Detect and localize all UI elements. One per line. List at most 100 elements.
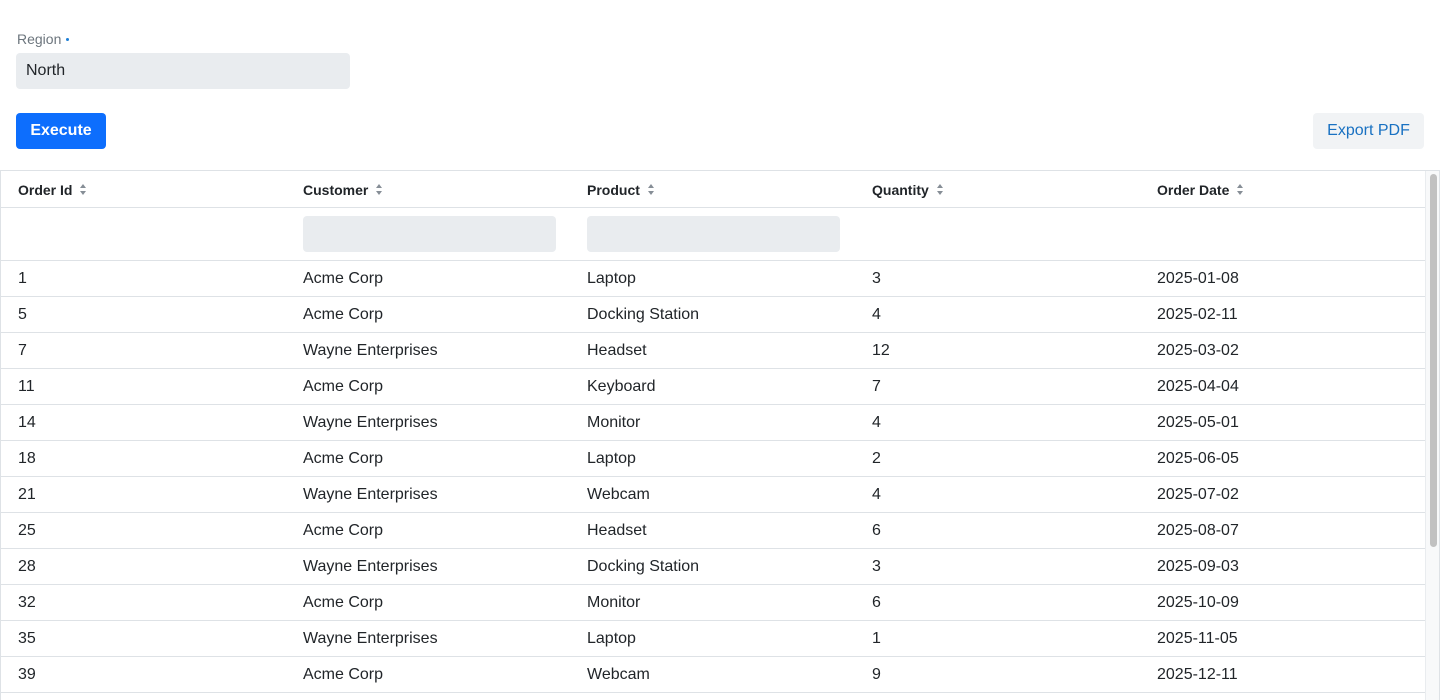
region-input[interactable] — [16, 53, 350, 89]
order-id-cell: 5 — [18, 305, 27, 323]
table-row[interactable]: 39 Acme Corp Webcam 9 2025-12-11 — [1, 657, 1425, 693]
order-id-cell: 18 — [18, 449, 36, 467]
column-header-label: Product — [587, 181, 640, 198]
product-cell: Keyboard — [587, 377, 656, 395]
quantity-cell: 1 — [872, 629, 881, 647]
table-row[interactable]: 21 Wayne Enterprises Webcam 4 2025-07-02 — [1, 477, 1425, 513]
execute-button[interactable]: Execute — [16, 113, 106, 149]
quantity-cell: 4 — [872, 413, 881, 431]
order-id-cell: 35 — [18, 629, 36, 647]
product-cell: Laptop — [587, 269, 636, 287]
customer-cell: Wayne Enterprises — [303, 629, 438, 647]
customer-cell: Acme Corp — [303, 665, 384, 683]
customer-cell: Acme Corp — [303, 269, 384, 287]
order-id-cell: 11 — [18, 377, 35, 395]
vertical-scrollbar[interactable] — [1425, 171, 1439, 700]
table-row[interactable]: 32 Acme Corp Monitor 6 2025-10-09 — [1, 585, 1425, 621]
order-date-cell: 2025-11-05 — [1157, 629, 1238, 647]
product-cell: Laptop — [587, 629, 636, 647]
region-label: Region — [17, 31, 70, 47]
order-id-cell: 7 — [18, 341, 27, 359]
table-row[interactable]: 1 Acme Corp Laptop 3 2025-01-08 — [1, 261, 1425, 297]
order-date-cell: 2025-02-11 — [1157, 305, 1238, 323]
customer-cell: Wayne Enterprises — [303, 485, 438, 503]
filter-row — [1, 208, 1425, 261]
order-date-cell: 2025-10-09 — [1157, 593, 1239, 611]
customer-cell: Wayne Enterprises — [303, 341, 438, 359]
order-date-cell: 2025-08-07 — [1157, 521, 1239, 539]
product-cell: Webcam — [587, 665, 650, 683]
sort-icon — [1237, 184, 1244, 195]
product-cell: Laptop — [587, 449, 636, 467]
order-date-cell: 2025-01-08 — [1157, 269, 1239, 287]
column-header-customer[interactable]: Customer — [303, 171, 383, 208]
order-date-cell: 2025-07-02 — [1157, 485, 1239, 503]
order-id-cell: 1 — [18, 269, 27, 287]
customer-cell: Acme Corp — [303, 377, 384, 395]
orders-table: Order Id Customer Product Quantity Order… — [0, 170, 1440, 700]
order-date-cell: 2025-05-01 — [1157, 413, 1239, 431]
region-label-text: Region — [17, 31, 62, 47]
product-cell: Headset — [587, 521, 647, 539]
quantity-cell: 4 — [872, 305, 881, 323]
customer-cell: Acme Corp — [303, 449, 384, 467]
table-row[interactable]: 18 Acme Corp Laptop 2 2025-06-05 — [1, 441, 1425, 477]
quantity-cell: 3 — [872, 269, 881, 287]
product-cell: Monitor — [587, 413, 641, 431]
column-header-order-id[interactable]: Order Id — [18, 171, 87, 208]
product-cell: Docking Station — [587, 305, 700, 323]
sort-icon — [936, 184, 944, 195]
quantity-cell: 4 — [872, 485, 881, 503]
table-row[interactable]: 25 Acme Corp Headset 6 2025-08-07 — [1, 513, 1425, 549]
scrollbar-thumb[interactable] — [1430, 174, 1437, 547]
sort-icon — [647, 184, 655, 195]
table-row[interactable]: 11 Acme Corp Keyboard 7 2025-04-04 — [1, 369, 1425, 405]
table-row[interactable]: 5 Acme Corp Docking Station 4 2025-02-11 — [1, 297, 1425, 333]
order-date-cell: 2025-06-05 — [1157, 449, 1239, 467]
customer-cell: Wayne Enterprises — [303, 413, 438, 431]
order-id-cell: 21 — [18, 485, 36, 503]
column-header-order-date[interactable]: Order Date — [1157, 171, 1244, 208]
product-cell: Headset — [587, 341, 647, 359]
quantity-cell: 12 — [872, 341, 890, 359]
product-cell: Monitor — [587, 593, 641, 611]
sort-icon — [376, 184, 383, 195]
table-row[interactable]: 28 Wayne Enterprises Docking Station 3 2025-… — [1, 549, 1425, 585]
column-header-quantity[interactable]: Quantity — [872, 171, 944, 208]
table-row[interactable]: 14 Wayne Enterprises Monitor 4 2025-05-01 — [1, 405, 1425, 441]
quantity-cell: 6 — [872, 521, 881, 539]
customer-cell: Wayne Enterprises — [303, 557, 438, 575]
column-header-label: Order Date — [1157, 181, 1230, 198]
order-id-cell: 32 — [18, 593, 36, 611]
order-id-cell: 14 — [18, 413, 36, 431]
export-pdf-button[interactable]: Export PDF — [1313, 113, 1424, 149]
quantity-cell: 6 — [872, 593, 881, 611]
column-header-product[interactable]: Product — [587, 171, 655, 208]
quantity-cell: 7 — [872, 377, 881, 395]
table-header: Order Id Customer Product Quantity Order… — [1, 171, 1425, 208]
order-date-cell: 2025-04-04 — [1157, 377, 1239, 395]
quantity-cell: 2 — [872, 449, 881, 467]
product-cell: Webcam — [587, 485, 650, 503]
quantity-cell: 3 — [872, 557, 881, 575]
order-id-cell: 25 — [18, 521, 36, 539]
customer-filter-input[interactable] — [303, 216, 556, 252]
product-cell: Docking Station — [587, 557, 700, 575]
order-date-cell: 2025-09-03 — [1157, 557, 1239, 575]
order-date-cell: 2025-12-11 — [1157, 665, 1238, 683]
product-filter-input[interactable] — [587, 216, 840, 252]
order-id-cell: 39 — [18, 665, 36, 683]
order-date-cell: 2025-03-02 — [1157, 341, 1239, 359]
customer-cell: Acme Corp — [303, 593, 384, 611]
table-row[interactable]: 7 Wayne Enterprises Headset 12 2025-03-02 — [1, 333, 1425, 369]
required-dot-icon — [66, 38, 70, 41]
customer-cell: Acme Corp — [303, 305, 384, 323]
quantity-cell: 9 — [872, 665, 881, 683]
sort-icon — [80, 184, 87, 195]
table-row[interactable]: 35 Wayne Enterprises Laptop 1 2025-11-05 — [1, 621, 1425, 657]
column-header-label: Order Id — [18, 181, 73, 198]
column-header-label: Quantity — [872, 181, 929, 198]
table-body: 1 Acme Corp Laptop 3 2025-01-08 5 Acme Corp Doc… — [1, 261, 1425, 693]
order-id-cell: 28 — [18, 557, 36, 575]
column-header-label: Customer — [303, 181, 369, 198]
